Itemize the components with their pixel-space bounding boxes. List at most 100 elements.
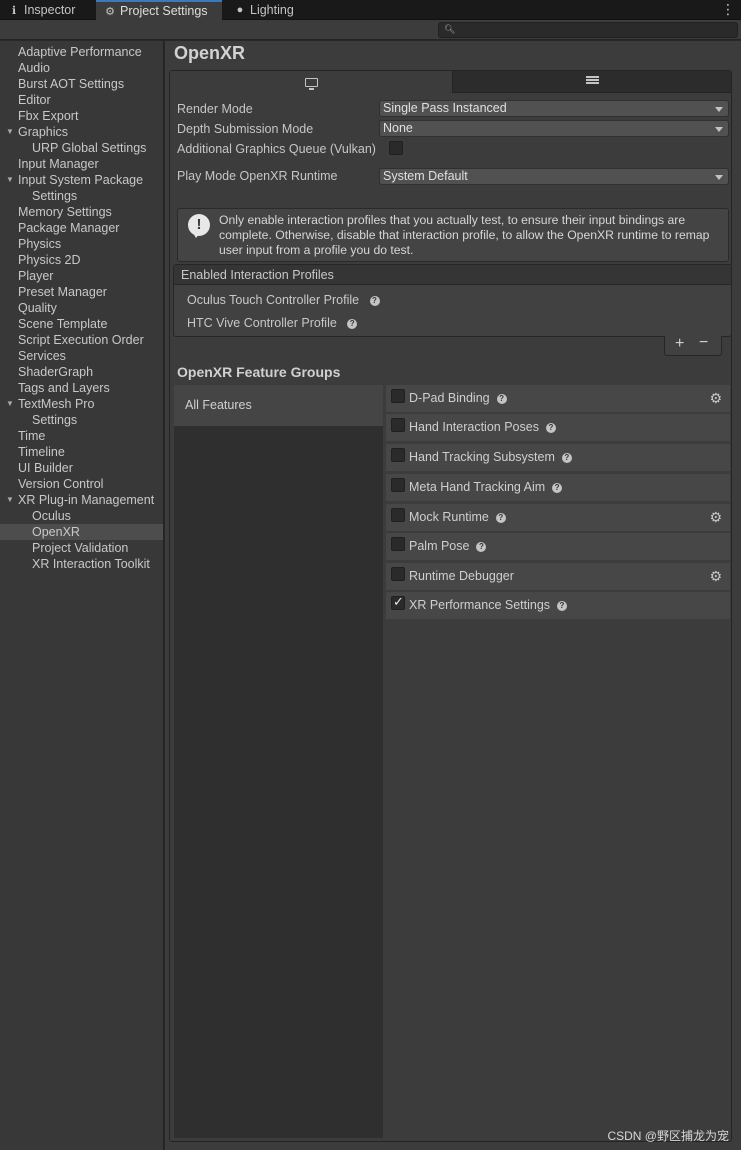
help-icon[interactable]: ?	[552, 483, 563, 493]
sidebar-item-xr-interaction-toolkit[interactable]: XR Interaction Toolkit	[0, 556, 163, 572]
sidebar-item-version-control[interactable]: Version Control	[0, 476, 163, 492]
sidebar-item-editor[interactable]: Editor	[0, 92, 163, 108]
sidebar-item-graphics[interactable]: ▼ Graphics	[0, 124, 163, 140]
search-input[interactable]: 🔍︎	[438, 22, 738, 38]
sidebar-item-ui-builder[interactable]: UI Builder	[0, 460, 163, 476]
feature-label: Hand Tracking Subsystem ?	[409, 449, 572, 465]
sidebar-item-script-execution-order[interactable]: Script Execution Order	[0, 332, 163, 348]
sidebar-item-label: Editor	[18, 93, 51, 107]
sidebar-item-input-system-package[interactable]: ▼ Input System Package	[0, 172, 163, 188]
chevron-down-icon	[715, 127, 723, 132]
sidebar-item-urp-global-settings[interactable]: URP Global Settings	[0, 140, 163, 156]
gear-icon[interactable]: ⚙	[709, 391, 722, 405]
tab-android[interactable]	[453, 71, 731, 93]
feature-checkbox[interactable]	[391, 594, 405, 610]
sidebar-item-label: Input Manager	[18, 157, 99, 171]
sidebar-item-project-validation[interactable]: Project Validation	[0, 540, 163, 556]
feature-checkbox[interactable]	[391, 389, 405, 403]
gear-icon[interactable]: ⚙	[709, 569, 722, 583]
help-icon[interactable]: ?	[495, 513, 506, 523]
sidebar-item-time[interactable]: Time	[0, 428, 163, 444]
sidebar-item-package-manager[interactable]: Package Manager	[0, 220, 163, 236]
tab-inspector[interactable]: ℹ Inspector	[0, 0, 94, 20]
help-icon[interactable]: ?	[545, 423, 556, 433]
tab-inspector-label: Inspector	[24, 3, 76, 17]
graphics-queue-label: Additional Graphics Queue (Vulkan)	[177, 142, 376, 156]
sidebar-item-input-system-settings[interactable]: Settings	[0, 188, 163, 204]
render-mode-dropdown[interactable]: Single Pass Instanced	[379, 100, 729, 117]
sidebar-item-scene-template[interactable]: Scene Template	[0, 316, 163, 332]
feature-row-hand-interaction-poses: Hand Interaction Poses ?	[386, 414, 730, 441]
help-icon[interactable]: ?	[496, 394, 507, 404]
tab-project-settings-label: Project Settings	[120, 4, 208, 18]
expand-arrow-icon[interactable]: ▼	[6, 396, 14, 412]
sidebar-item-label: Oculus	[32, 509, 71, 523]
play-mode-runtime-label: Play Mode OpenXR Runtime	[177, 169, 338, 183]
feature-label: Palm Pose ?	[409, 538, 487, 554]
sidebar-item-physics[interactable]: Physics	[0, 236, 163, 252]
feature-checkbox[interactable]	[391, 478, 405, 492]
interaction-profiles-list: Enabled Interaction Profiles Oculus Touc…	[173, 264, 732, 337]
feature-checkbox[interactable]	[391, 448, 405, 462]
sidebar-item-adaptive-performance[interactable]: Adaptive Performance	[0, 44, 163, 60]
monitor-icon	[304, 77, 318, 90]
sidebar-item-textmesh-pro[interactable]: ▼ TextMesh Pro	[0, 396, 163, 412]
feature-checkbox[interactable]	[391, 567, 405, 581]
sidebar-item-xr-plugin-management[interactable]: ▼ XR Plug-in Management	[0, 492, 163, 508]
feature-checkbox[interactable]	[391, 418, 405, 432]
feature-label: XR Performance Settings ?	[409, 597, 567, 613]
list-item[interactable]: HTC Vive Controller Profile ?	[187, 315, 358, 331]
sidebar-item-memory-settings[interactable]: Memory Settings	[0, 204, 163, 220]
feature-checkbox[interactable]	[391, 537, 405, 551]
tab-lighting[interactable]: ● Lighting	[226, 0, 308, 20]
graphics-queue-checkbox[interactable]	[389, 141, 403, 155]
sidebar-item-label: Input System Package	[18, 173, 144, 187]
tab-standalone[interactable]	[170, 71, 453, 93]
sidebar-item-label: Services	[18, 349, 66, 363]
list-item[interactable]: Oculus Touch Controller Profile ?	[187, 292, 380, 308]
expand-arrow-icon[interactable]: ▼	[6, 172, 14, 188]
sidebar-item-label: Time	[18, 429, 46, 443]
feature-groups-title: OpenXR Feature Groups	[177, 364, 341, 380]
settings-main: OpenXR Render Mode Single Pass Instanced…	[165, 41, 741, 1150]
sidebar-item-fbx-export[interactable]: Fbx Export	[0, 108, 163, 124]
feature-checkbox[interactable]	[391, 508, 405, 522]
sidebar-item-label: Package Manager	[18, 221, 120, 235]
sidebar-item-timeline[interactable]: Timeline	[0, 444, 163, 460]
help-icon[interactable]: ?	[476, 542, 487, 552]
sidebar-item-shadergraph[interactable]: ShaderGraph	[0, 364, 163, 380]
help-icon[interactable]: ?	[347, 319, 358, 329]
sidebar-item-label: Tags and Layers	[18, 381, 110, 395]
chevron-down-icon	[715, 107, 723, 112]
sidebar-item-input-manager[interactable]: Input Manager	[0, 156, 163, 172]
sidebar-item-tags-and-layers[interactable]: Tags and Layers	[0, 380, 163, 396]
help-icon[interactable]: ?	[369, 296, 380, 306]
sidebar-item-burst-aot[interactable]: Burst AOT Settings	[0, 76, 163, 92]
more-options-icon[interactable]: ⋮	[721, 2, 735, 16]
remove-profile-button[interactable]: −	[699, 334, 708, 352]
help-icon[interactable]: ?	[561, 453, 572, 463]
search-icon: 🔍︎	[444, 24, 456, 34]
depth-submission-dropdown[interactable]: None	[379, 120, 729, 137]
expand-arrow-icon[interactable]: ▼	[6, 492, 14, 508]
help-icon[interactable]: ?	[557, 601, 567, 611]
gear-icon: ⚙	[105, 5, 115, 18]
sidebar-item-physics-2d[interactable]: Physics 2D	[0, 252, 163, 268]
tab-project-settings[interactable]: ⚙ Project Settings	[96, 0, 222, 20]
sidebar-item-textmesh-pro-settings[interactable]: Settings	[0, 412, 163, 428]
features-list: D-Pad Binding ? ⚙ Hand Interaction Poses…	[386, 385, 730, 1138]
sidebar-item-openxr[interactable]: OpenXR	[0, 524, 163, 540]
sidebar-item-services[interactable]: Services	[0, 348, 163, 364]
sidebar-item-audio[interactable]: Audio	[0, 60, 163, 76]
all-features-item[interactable]: All Features	[174, 385, 383, 426]
stack-icon	[585, 76, 599, 87]
sidebar-item-oculus[interactable]: Oculus	[0, 508, 163, 524]
sidebar-item-quality[interactable]: Quality	[0, 300, 163, 316]
play-mode-runtime-dropdown[interactable]: System Default	[379, 168, 729, 185]
search-bar: 🔍︎	[0, 20, 741, 40]
gear-icon[interactable]: ⚙	[709, 510, 722, 524]
sidebar-item-preset-manager[interactable]: Preset Manager	[0, 284, 163, 300]
sidebar-item-player[interactable]: Player	[0, 268, 163, 284]
add-profile-button[interactable]: +	[675, 335, 684, 353]
expand-arrow-icon[interactable]: ▼	[6, 124, 14, 140]
